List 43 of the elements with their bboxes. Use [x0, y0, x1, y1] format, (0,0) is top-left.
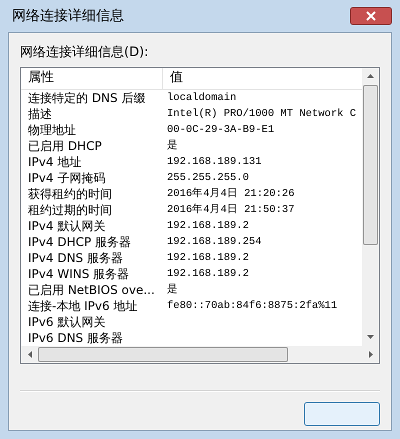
close-button[interactable] — [350, 7, 392, 25]
table-cell-text: IPv4 WINS 服务器 — [27, 266, 130, 282]
table-cell-text: IPv4 地址 — [27, 154, 82, 170]
table-cell-text: 获得租约的时间 — [27, 186, 113, 202]
table-cell-text: fe80::70ab:84f6:8875:2fa%11 — [166, 298, 338, 314]
table-cell-text: 192.168.189.2 — [166, 266, 249, 282]
table-cell-text: localdomain — [166, 90, 236, 106]
table-cell-text: 255.255.255.0 — [166, 170, 249, 186]
table-cell-text: 192.168.189.254 — [166, 234, 262, 250]
table-cell-text: 租约过期的时间 — [27, 202, 113, 218]
table-cell-text: 192.168.189.2 — [166, 250, 249, 266]
table-cell-text: IPv4 默认网关 — [27, 218, 106, 234]
table-cell-text: 物理地址 — [27, 122, 77, 138]
table-cell-text: 已启用 DHCP — [27, 138, 103, 154]
scroll-thumb[interactable] — [363, 84, 378, 244]
table-cell-text: 2016年4月4日 21:50:37 — [166, 202, 295, 218]
table-cell-text: 是 — [166, 138, 178, 154]
list-label: 网络连接详细信息(D): — [20, 44, 150, 62]
horizontal-scrollbar[interactable] — [21, 346, 379, 362]
scroll-thumb[interactable] — [38, 346, 288, 362]
table-cell-text: 描述 — [27, 106, 53, 122]
table-cell-text: 00-0C-29-3A-B9-E1 — [166, 122, 274, 138]
scroll-down-icon[interactable] — [367, 335, 374, 339]
table-cell-text: 连接特定的 DNS 后缀 — [27, 90, 146, 106]
close-icon — [366, 11, 376, 21]
table-cell-text: IPv4 DHCP 服务器 — [27, 234, 132, 250]
table-cell-text: IPv4 子网掩码 — [27, 170, 106, 186]
table-cell-text: 2016年4月4日 21:20:26 — [166, 186, 295, 202]
scroll-right-icon[interactable] — [368, 350, 372, 358]
dialog-button[interactable] — [304, 402, 380, 426]
table-cell-text: IPv4 DNS 服务器 — [27, 250, 124, 266]
scroll-left-icon[interactable] — [28, 350, 32, 358]
scroll-up-icon[interactable] — [367, 74, 374, 78]
table-cell-text: IPv6 DNS 服务器 — [27, 330, 124, 346]
vertical-scrollbar[interactable] — [362, 68, 379, 346]
table-cell-text: Intel(R) PRO/1000 MT Network C — [166, 106, 356, 122]
table-cell-text: IPv6 默认网关 — [27, 314, 106, 330]
table-cell-text: 192.168.189.2 — [166, 218, 249, 234]
table-cell-text: 已启用 NetBIOS ove... — [27, 282, 156, 298]
table-cell-text: 是 — [166, 282, 178, 298]
table-cell-text: 连接-本地 IPv6 地址 — [27, 298, 138, 314]
table-cell-text: 192.168.189.131 — [166, 154, 262, 170]
window-title: 网络连接详细信息 — [11, 6, 124, 26]
